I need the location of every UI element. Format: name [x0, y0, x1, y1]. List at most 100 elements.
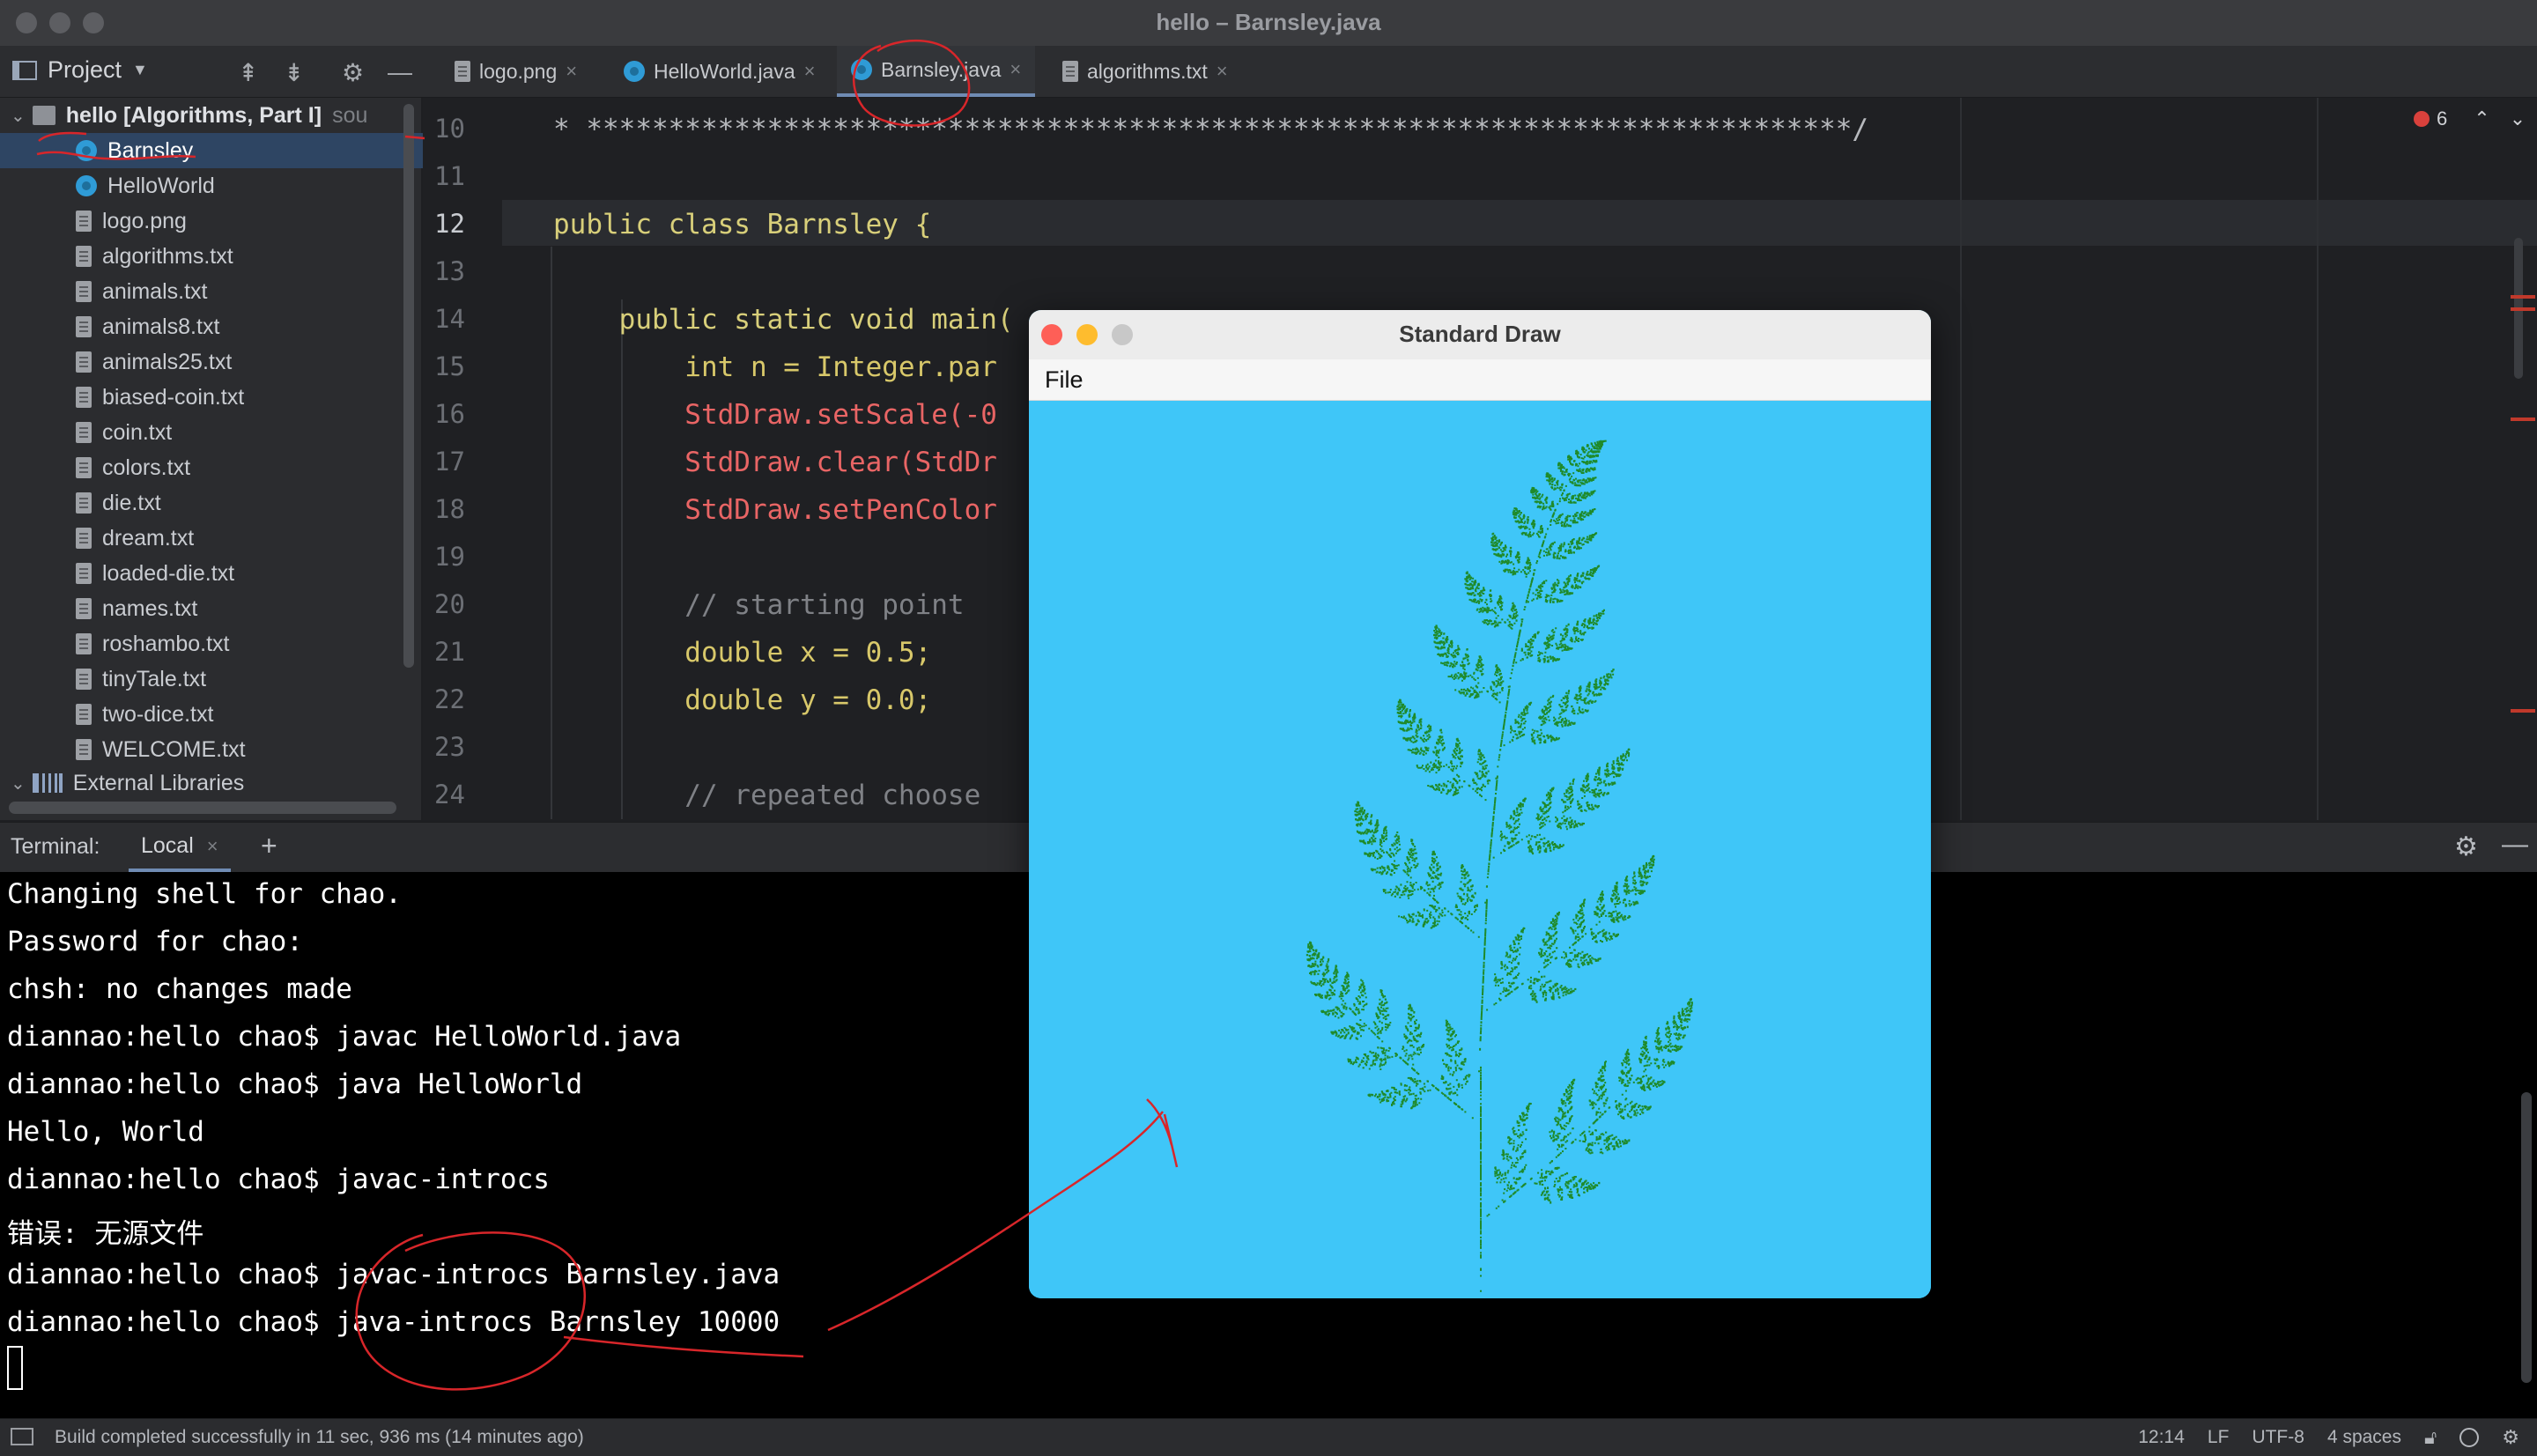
- tab-algorithms-txt[interactable]: algorithms.txt ×: [1048, 46, 1242, 97]
- close-tab-icon[interactable]: ×: [804, 60, 816, 83]
- code-line[interactable]: public class Barnsley {: [553, 209, 931, 240]
- project-scrollbar[interactable]: [403, 104, 414, 668]
- file-icon: [455, 61, 470, 82]
- new-terminal-button[interactable]: +: [261, 830, 277, 862]
- code-line[interactable]: * **************************************…: [553, 114, 1868, 145]
- indent-setting[interactable]: 4 spaces: [2327, 1427, 2401, 1448]
- error-icon: [2414, 111, 2430, 127]
- tab-logo-png[interactable]: logo.png ×: [440, 46, 591, 97]
- chevron-down-icon[interactable]: ⌄: [11, 772, 26, 795]
- gear-icon[interactable]: ⚙: [2454, 831, 2478, 862]
- error-stripe-mark[interactable]: [2511, 295, 2535, 299]
- terminal-label: Terminal:: [11, 834, 100, 859]
- chevron-down-icon[interactable]: ⌄: [11, 105, 26, 127]
- file-icon: [76, 281, 92, 302]
- tab-label: HelloWorld.java: [654, 59, 795, 83]
- file-icon: [76, 669, 92, 690]
- file-encoding[interactable]: UTF-8: [2252, 1427, 2304, 1448]
- tab-barnsley-java[interactable]: Barnsley.java ×: [837, 46, 1036, 97]
- indent-guide: [551, 247, 552, 819]
- tree-item-label: logo.png: [102, 208, 187, 233]
- fern-canvas: [1029, 401, 1931, 1298]
- chevron-down-icon[interactable]: ⌄: [2510, 107, 2526, 130]
- gear-icon[interactable]: ⚙: [342, 58, 364, 87]
- line-number: 14: [434, 304, 465, 334]
- code-line[interactable]: // starting point: [553, 589, 964, 621]
- line-separator[interactable]: LF: [2208, 1427, 2230, 1448]
- terminal-scrollbar[interactable]: [2521, 1092, 2532, 1383]
- java-class-icon: [624, 61, 645, 82]
- project-horizontal-scrollbar[interactable]: [9, 802, 396, 814]
- caret-position[interactable]: 12:14: [2138, 1427, 2185, 1448]
- project-root[interactable]: ⌄ hello [Algorithms, Part I] sou: [0, 98, 401, 133]
- code-line[interactable]: int n = Integer.par: [553, 351, 997, 383]
- line-number: 21: [434, 637, 465, 667]
- tree-item-label: colors.txt: [102, 455, 191, 480]
- code-line[interactable]: double x = 0.5;: [553, 637, 931, 669]
- java-class-icon: [851, 59, 872, 80]
- close-tab-icon[interactable]: ×: [1010, 58, 1021, 81]
- file-icon: [1062, 61, 1078, 82]
- code-line[interactable]: // repeated choose: [553, 780, 980, 811]
- line-number: 17: [434, 447, 465, 477]
- standard-draw-title-bar: Standard Draw: [1029, 310, 1931, 360]
- lock-icon[interactable]: 🔓︎: [2424, 1426, 2437, 1449]
- error-stripe-mark[interactable]: [2511, 307, 2535, 311]
- code-line[interactable]: StdDraw.clear(StdDr: [553, 447, 997, 478]
- code-line[interactable]: double y = 0.0;: [553, 684, 931, 716]
- tree-item[interactable]: two-dice.txt: [0, 697, 477, 732]
- file-icon: [76, 492, 92, 514]
- hide-panel-icon[interactable]: —: [2502, 830, 2528, 860]
- project-view-selector[interactable]: Project ▼: [12, 56, 148, 84]
- status-message[interactable]: Build completed successfully in 11 sec, …: [55, 1427, 584, 1448]
- collapse-all-icon[interactable]: ⇟: [284, 58, 304, 87]
- notifications-icon[interactable]: ⚙: [2502, 1426, 2519, 1449]
- tree-item-label: coin.txt: [102, 419, 173, 445]
- toggle-tool-windows-icon[interactable]: [11, 1428, 33, 1445]
- close-tab-icon[interactable]: ×: [1217, 60, 1228, 83]
- close-tab-icon[interactable]: ×: [566, 60, 577, 83]
- external-libraries-label: External Libraries: [72, 770, 245, 795]
- error-stripe-mark[interactable]: [2511, 418, 2535, 421]
- chevron-up-icon[interactable]: ⌃: [2474, 107, 2489, 130]
- error-indicator[interactable]: 6 ⌃ ⌄: [2414, 107, 2526, 130]
- terminal-line: 错误: 无源文件: [7, 1218, 204, 1250]
- tab-helloworld-java[interactable]: HelloWorld.java ×: [610, 46, 830, 97]
- file-icon: [76, 246, 92, 267]
- tree-item-label: animals8.txt: [102, 314, 220, 339]
- tree-item-label: tinyTale.txt: [102, 666, 207, 691]
- library-icon: [32, 773, 63, 793]
- java-class-icon: [76, 175, 97, 196]
- hide-panel-icon[interactable]: —: [388, 58, 412, 86]
- chevron-down-icon: ▼: [132, 61, 148, 78]
- tab-local-terminal[interactable]: Local ×: [129, 823, 231, 872]
- expand-all-icon[interactable]: ⇞: [238, 58, 258, 87]
- line-number: 11: [434, 161, 465, 191]
- file-icon: [76, 457, 92, 478]
- code-line[interactable]: StdDraw.setPenColor: [553, 494, 997, 526]
- error-count: 6: [2437, 107, 2448, 129]
- tree-item-label: HelloWorld: [107, 173, 215, 198]
- code-line[interactable]: public static void main(: [553, 304, 1014, 336]
- tree-item-label: animals25.txt: [102, 349, 233, 374]
- close-tab-icon[interactable]: ×: [207, 835, 218, 857]
- terminal-line: diannao:hello chao$ javac-introcs Barnsl…: [7, 1259, 780, 1290]
- tree-item-label: WELCOME.txt: [102, 736, 246, 762]
- line-number: 24: [434, 780, 465, 809]
- line-number: 18: [434, 494, 465, 524]
- menu-file[interactable]: File: [1045, 366, 1084, 394]
- search-icon[interactable]: [2459, 1428, 2480, 1447]
- project-root-suffix: sou: [332, 102, 368, 128]
- tree-item-label: animals.txt: [102, 278, 208, 304]
- line-number: 20: [434, 589, 465, 619]
- line-number: 15: [434, 351, 465, 381]
- error-stripe-mark[interactable]: [2511, 709, 2535, 713]
- line-number: 22: [434, 684, 465, 714]
- java-class-icon: [76, 140, 97, 161]
- tree-item[interactable]: WELCOME.txt: [0, 732, 477, 767]
- external-libraries[interactable]: ⌄ External Libraries: [0, 765, 401, 801]
- file-icon: [76, 211, 92, 232]
- file-icon: [76, 387, 92, 408]
- code-line[interactable]: StdDraw.setScale(-0: [553, 399, 997, 431]
- terminal-line: Hello, World: [7, 1116, 204, 1148]
